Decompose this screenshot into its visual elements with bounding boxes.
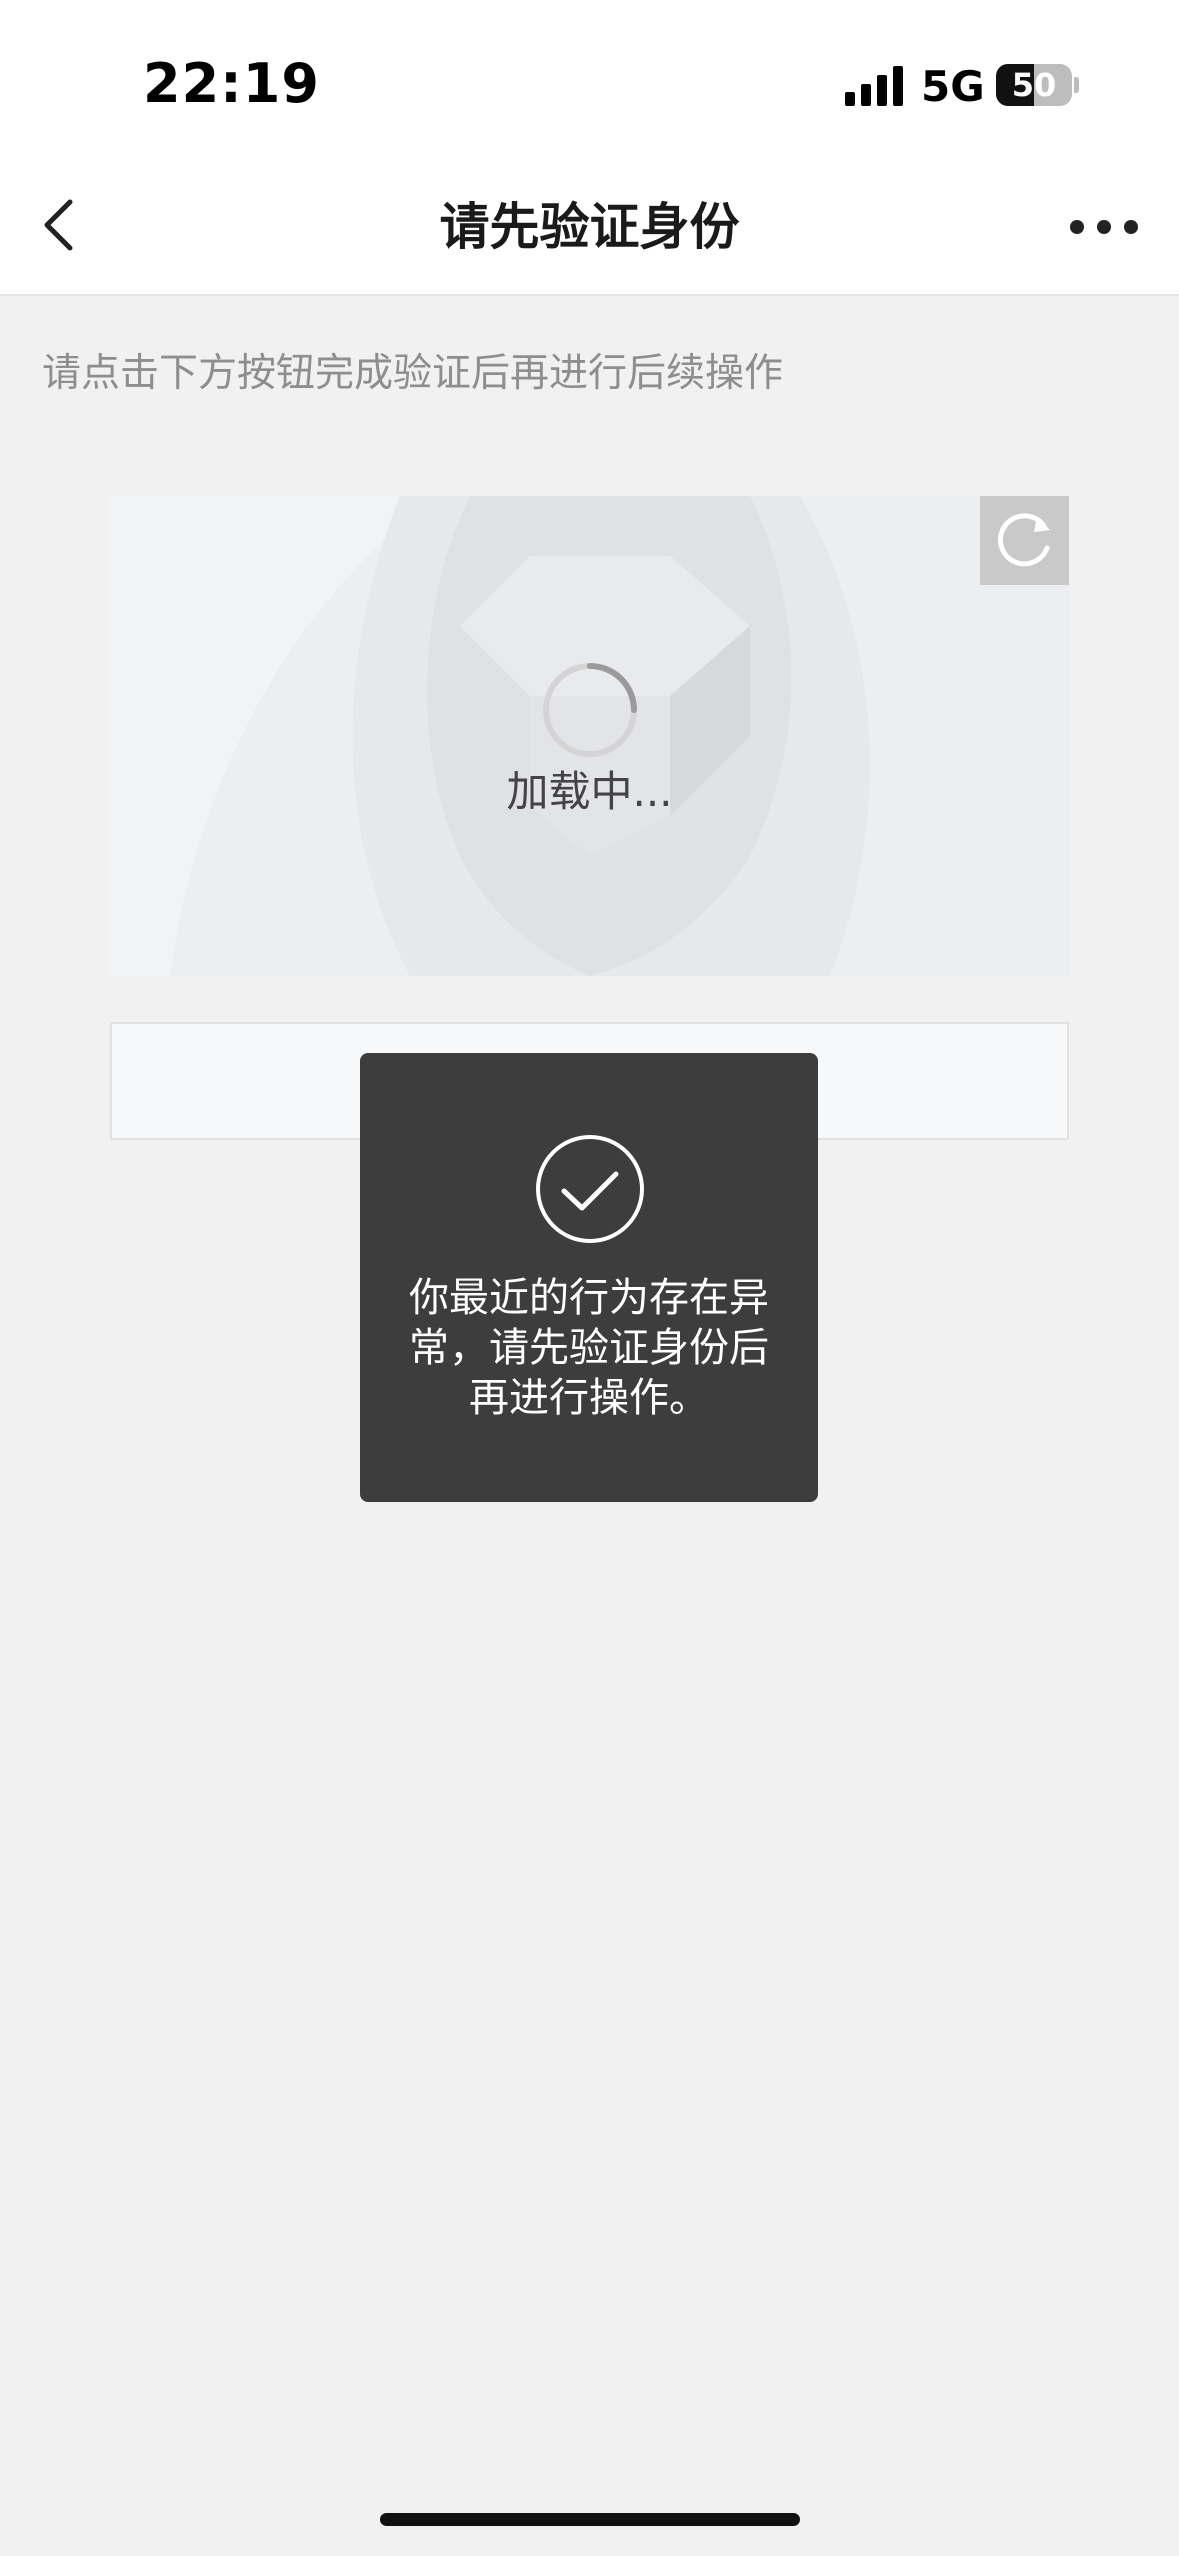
battery-cap [1074, 77, 1079, 93]
more-button[interactable] [1060, 195, 1150, 259]
more-dots-icon [1070, 220, 1138, 234]
captcha-loading-text: 加载中... [506, 767, 673, 816]
loading-spinner-icon [543, 663, 637, 757]
network-type: 5G [921, 62, 985, 111]
chevron-left-icon [44, 199, 73, 251]
nav-bar: 请先验证身份 [0, 160, 1179, 296]
signal-icon [845, 66, 903, 106]
page-title: 请先验证身份 [439, 198, 740, 256]
toast-message: 你最近的行为存在异常，请先验证身份后再进行操作。 [409, 1275, 769, 1421]
refresh-button[interactable] [980, 496, 1069, 585]
toast: 你最近的行为存在异常，请先验证身份后再进行操作。 [360, 1053, 818, 1502]
status-bar: 22:19 5G 50 [0, 0, 1179, 160]
status-time: 22:19 [143, 52, 320, 115]
refresh-icon [997, 513, 1050, 567]
battery-level: 50 [1011, 66, 1057, 104]
battery-body: 50 [996, 64, 1072, 106]
back-button[interactable] [20, 180, 110, 270]
captcha-panel: 加载中... [110, 496, 1069, 976]
verification-hint: 请点击下方按钮完成验证后再进行后续操作 [42, 351, 784, 396]
check-circle-icon [536, 1135, 644, 1243]
home-indicator[interactable] [380, 2513, 800, 2526]
battery-icon: 50 [996, 64, 1079, 106]
